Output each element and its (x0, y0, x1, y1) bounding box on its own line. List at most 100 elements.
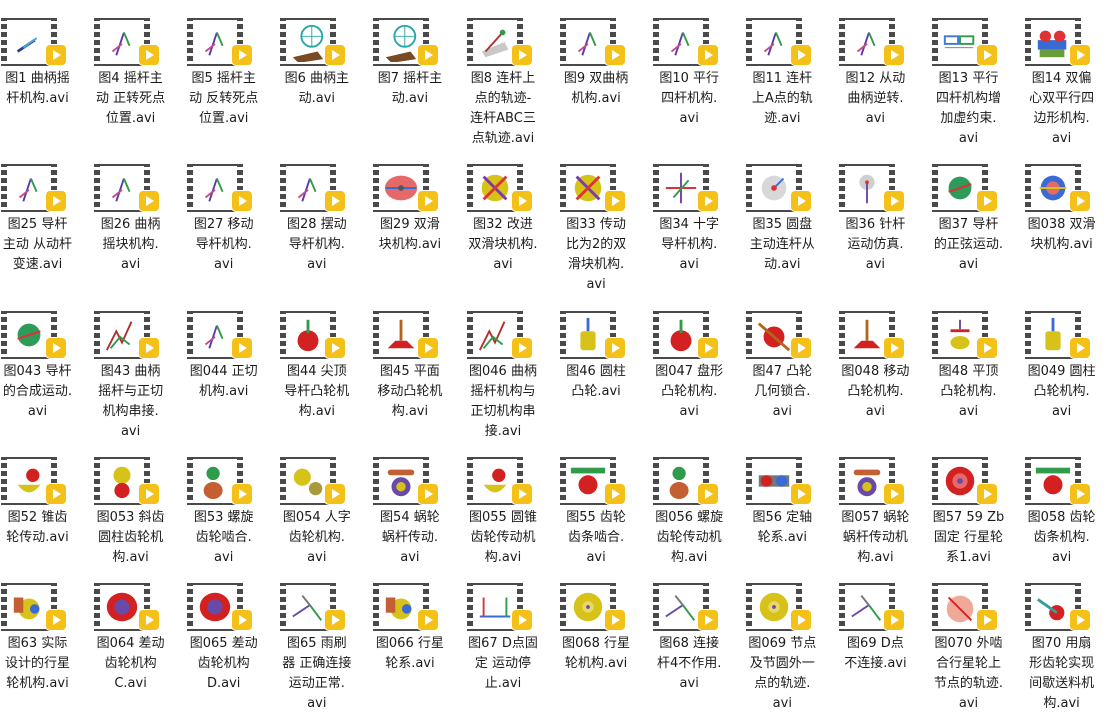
film-border-bottom (565, 357, 610, 359)
film-border-top (844, 311, 889, 313)
video-thumbnail[interactable] (652, 311, 718, 359)
film-border-top (379, 583, 424, 585)
file-name: 图070 外啮 合行星轮上 节点的轨迹. avi (933, 636, 1004, 711)
video-thumbnail[interactable] (187, 18, 253, 66)
play-icon (418, 45, 439, 65)
video-thumbnail[interactable] (466, 457, 532, 505)
film-border-top (100, 164, 145, 166)
film-border-top (379, 311, 424, 313)
video-thumbnail[interactable] (373, 583, 439, 631)
play-icon (232, 610, 253, 630)
video-thumbnail[interactable] (466, 583, 532, 631)
video-thumbnail[interactable] (94, 457, 160, 505)
film-strip-left (745, 164, 752, 212)
video-thumbnail[interactable] (1, 311, 66, 359)
film-border-bottom (286, 629, 331, 631)
video-thumbnail[interactable] (1, 583, 66, 631)
wheel-mesh-preview (293, 24, 324, 62)
video-thumbnail[interactable] (94, 583, 160, 631)
film-strip-left (94, 164, 101, 212)
video-thumbnail[interactable] (559, 583, 625, 631)
video-thumbnail[interactable] (373, 457, 439, 505)
video-thumbnail[interactable] (838, 18, 904, 66)
video-thumbnail[interactable] (745, 457, 811, 505)
video-thumbnail[interactable] (1025, 583, 1091, 631)
video-thumbnail[interactable] (932, 18, 997, 66)
film-border-top (565, 457, 610, 459)
video-thumbnail[interactable] (466, 18, 532, 66)
video-thumbnail[interactable] (652, 457, 718, 505)
video-thumbnail[interactable] (1025, 18, 1091, 66)
gears-green-preview (203, 466, 223, 500)
video-thumbnail[interactable] (1025, 311, 1091, 359)
video-thumbnail[interactable] (280, 311, 346, 359)
video-thumbnail[interactable] (559, 311, 625, 359)
video-thumbnail[interactable] (187, 164, 253, 212)
video-thumbnail[interactable] (932, 164, 997, 212)
video-thumbnail[interactable] (932, 583, 997, 631)
film-strip-left (187, 164, 194, 212)
film-border-top (658, 583, 703, 585)
video-thumbnail[interactable] (652, 18, 718, 66)
video-thumbnail[interactable] (187, 457, 253, 505)
play-icon (1070, 45, 1091, 65)
video-thumbnail[interactable] (373, 164, 439, 212)
video-thumbnail[interactable] (652, 583, 718, 631)
film-border-top (844, 164, 889, 166)
film-strip-left (187, 457, 194, 505)
film-border-top (1031, 583, 1076, 585)
video-thumbnail[interactable] (932, 311, 997, 359)
video-thumbnail[interactable] (280, 18, 346, 66)
film-border-top (472, 457, 517, 459)
video-thumbnail[interactable] (280, 164, 346, 212)
film-border-bottom (844, 64, 889, 66)
video-thumbnail[interactable] (838, 311, 904, 359)
video-thumbnail[interactable] (745, 311, 811, 359)
planetary-real-preview (386, 597, 412, 620)
video-thumbnail[interactable] (559, 164, 625, 212)
film-border-top (7, 18, 51, 20)
cylinder-cam-preview (579, 317, 596, 351)
video-thumbnail[interactable] (1025, 457, 1091, 505)
video-thumbnail[interactable] (559, 18, 625, 66)
video-thumbnail[interactable] (559, 457, 625, 505)
video-thumbnail[interactable] (745, 18, 811, 66)
play-icon (511, 45, 532, 65)
linkage-preview (856, 32, 876, 56)
video-thumbnail[interactable] (745, 583, 811, 631)
video-thumbnail[interactable] (745, 164, 811, 212)
wheel-mesh-preview (386, 24, 417, 62)
film-border-bottom (565, 503, 610, 505)
video-thumbnail[interactable] (652, 164, 718, 212)
film-border-bottom (100, 503, 145, 505)
disk-green-preview (948, 176, 972, 200)
video-thumbnail[interactable] (838, 583, 904, 631)
video-thumbnail[interactable] (1025, 164, 1091, 212)
video-thumbnail[interactable] (280, 457, 346, 505)
differential-preview (106, 592, 138, 622)
film-border-top (193, 18, 238, 20)
video-thumbnail[interactable] (280, 583, 346, 631)
video-thumbnail[interactable] (838, 457, 904, 505)
video-thumbnail[interactable] (187, 583, 253, 631)
video-thumbnail[interactable] (187, 311, 253, 359)
play-icon (232, 191, 253, 211)
play-icon (604, 45, 625, 65)
film-border-bottom (938, 64, 982, 66)
video-thumbnail[interactable] (838, 164, 904, 212)
video-thumbnail[interactable] (466, 164, 532, 212)
video-thumbnail[interactable] (1, 18, 66, 66)
video-thumbnail[interactable] (932, 457, 997, 505)
video-thumbnail[interactable] (373, 18, 439, 66)
video-thumbnail[interactable] (373, 311, 439, 359)
play-icon (511, 338, 532, 358)
video-thumbnail[interactable] (1, 164, 66, 212)
file-name: 图67 D点固 定 运动停 止.avi (468, 636, 538, 691)
play-icon (604, 338, 625, 358)
film-border-top (472, 18, 517, 20)
video-thumbnail[interactable] (94, 164, 160, 212)
video-thumbnail[interactable] (1, 457, 66, 505)
video-thumbnail[interactable] (94, 311, 160, 359)
video-thumbnail[interactable] (94, 18, 160, 66)
video-thumbnail[interactable] (466, 311, 532, 359)
